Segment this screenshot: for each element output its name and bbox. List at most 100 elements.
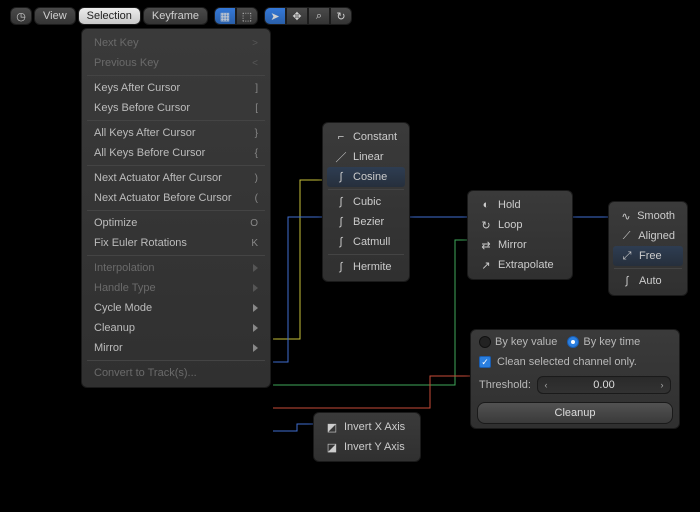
interp-cubic[interactable]: ∫Cubic: [327, 192, 405, 212]
cycle-hold[interactable]: ◐Hold: [472, 195, 568, 215]
menu-handle-type[interactable]: Handle Type: [86, 278, 266, 298]
label: Previous Key: [94, 57, 159, 69]
interp-linear[interactable]: ／ Linear: [327, 147, 405, 167]
cycle-mirror[interactable]: ⇄ Mirror: [472, 235, 568, 255]
menu-keys-after-cursor[interactable]: Keys After Cursor ]: [86, 78, 266, 98]
shortcut: >: [252, 38, 258, 49]
interp-hermite[interactable]: ∫Hermite: [327, 257, 405, 277]
radio-icon: [567, 336, 579, 348]
keyframe-menu-button[interactable]: Keyframe: [143, 7, 208, 25]
handle-aligned[interactable]: ⟋Aligned: [613, 226, 683, 246]
curve-icon: ／: [335, 151, 347, 163]
curve-icon: ∫: [335, 171, 347, 183]
separator: [614, 268, 682, 269]
menu-interpolation[interactable]: Interpolation: [86, 258, 266, 278]
label: Linear: [353, 151, 384, 163]
chevron-right-icon[interactable]: ›: [654, 380, 670, 390]
cleanup-button[interactable]: Cleanup: [477, 402, 673, 424]
label: Next Key: [94, 37, 139, 49]
menu-fix-euler-rotations[interactable]: Fix Euler Rotations K: [86, 233, 266, 253]
interp-catmull[interactable]: ∫Catmull: [327, 232, 405, 252]
separator: [87, 165, 265, 166]
handle-free[interactable]: ⤢ Free: [613, 246, 683, 266]
mirror-icon: ⇄: [480, 239, 492, 251]
label: Interpolation: [94, 262, 155, 274]
label: By key value: [495, 336, 557, 348]
curve-icon: ∫: [335, 236, 347, 248]
menu-mirror[interactable]: Mirror: [86, 338, 266, 358]
radio-by-key-value[interactable]: By key value: [479, 336, 557, 348]
cycle-extrapolate[interactable]: ↗Extrapolate: [472, 255, 568, 275]
menu-previous-key[interactable]: Previous Key <: [86, 53, 266, 73]
chevron-right-icon: [253, 264, 258, 272]
mirror-submenu: ◩ Invert X Axis ◪ Invert Y Axis: [313, 412, 421, 462]
tool-zoom-icon[interactable]: ⌕: [308, 7, 330, 25]
threshold-label: Threshold:: [479, 379, 531, 391]
selection-dropdown: Next Key > Previous Key < Keys After Cur…: [81, 28, 271, 388]
cycle-loop[interactable]: ↻Loop: [472, 215, 568, 235]
radio-by-key-time[interactable]: By key time: [567, 336, 640, 348]
label: Free: [639, 250, 662, 262]
threshold-spinner[interactable]: ‹ 0.00 ›: [537, 376, 671, 394]
separator: [87, 120, 265, 121]
chevron-right-icon: [253, 344, 258, 352]
tool-move-icon[interactable]: ✥: [286, 7, 308, 25]
menu-all-keys-before-cursor[interactable]: All Keys Before Cursor {: [86, 143, 266, 163]
separator: [87, 210, 265, 211]
flip-x-icon: ◩: [326, 421, 338, 433]
radio-icon: [479, 336, 491, 348]
tool-refresh-icon[interactable]: ↻: [330, 7, 352, 25]
chevron-left-icon[interactable]: ‹: [538, 380, 554, 390]
hold-icon: ◐: [480, 199, 492, 211]
label: Fix Euler Rotations: [94, 237, 187, 249]
interp-bezier[interactable]: ∫Bezier: [327, 212, 405, 232]
label: Invert X Axis: [344, 421, 405, 433]
flip-y-icon: ◪: [326, 441, 338, 453]
menu-keys-before-cursor[interactable]: Keys Before Cursor [: [86, 98, 266, 118]
menu-next-actuator-after-cursor[interactable]: Next Actuator After Cursor ): [86, 168, 266, 188]
menu-optimize[interactable]: Optimize O: [86, 213, 266, 233]
menu-all-keys-after-cursor[interactable]: All Keys After Cursor }: [86, 123, 266, 143]
clean-selected-channel-checkbox[interactable]: ✓ Clean selected channel only.: [475, 354, 675, 370]
handle-smooth[interactable]: ∿Smooth: [613, 206, 683, 226]
label: Bezier: [353, 216, 384, 228]
label: Invert Y Axis: [344, 441, 405, 453]
tool-select-icon[interactable]: ➤: [264, 7, 286, 25]
menu-cycle-mode[interactable]: Cycle Mode: [86, 298, 266, 318]
label: Mirror: [498, 239, 527, 251]
threshold-value: 0.00: [554, 379, 654, 391]
shortcut: (: [255, 193, 258, 204]
label: Extrapolate: [498, 259, 554, 271]
label: Clean selected channel only.: [497, 356, 637, 368]
mirror-invert-y[interactable]: ◪ Invert Y Axis: [318, 437, 416, 457]
menu-cleanup[interactable]: Cleanup: [86, 318, 266, 338]
panel-toggle-2-icon[interactable]: ⬚: [236, 7, 258, 25]
menu-next-key[interactable]: Next Key >: [86, 33, 266, 53]
curve-icon: ⤢: [621, 250, 633, 262]
panel-toggle-1-icon[interactable]: ▦: [214, 7, 236, 25]
curve-icon: ∫: [621, 275, 633, 287]
cleanup-mode-radios: By key value By key time: [475, 334, 675, 350]
label: Auto: [639, 275, 662, 287]
view-menu-button[interactable]: View: [34, 7, 76, 25]
separator: [87, 360, 265, 361]
selection-menu-button[interactable]: Selection: [78, 7, 141, 25]
curve-icon: ∿: [621, 210, 631, 222]
interp-cosine[interactable]: ∫Cosine: [327, 167, 405, 187]
shortcut: {: [255, 148, 258, 159]
clock-icon[interactable]: ◷: [10, 7, 32, 25]
separator: [87, 255, 265, 256]
label: Cycle Mode: [94, 302, 152, 314]
menu-next-actuator-before-cursor[interactable]: Next Actuator Before Cursor (: [86, 188, 266, 208]
menu-convert-to-tracks[interactable]: Convert to Track(s)...: [86, 363, 266, 383]
interpolation-submenu: ⌐Constant ／Linear ∫Cosine ∫Cubic ∫Bezier…: [322, 122, 410, 282]
interp-constant[interactable]: ⌐Constant: [327, 127, 405, 147]
shortcut: ]: [255, 83, 258, 94]
mirror-invert-x[interactable]: ◩ Invert X Axis: [318, 417, 416, 437]
label: All Keys After Cursor: [94, 127, 195, 139]
handle-auto[interactable]: ∫ Auto: [613, 271, 683, 291]
threshold-row: Threshold: ‹ 0.00 ›: [475, 374, 675, 396]
shortcut: <: [252, 58, 258, 69]
label: Next Actuator Before Cursor: [94, 192, 232, 204]
chevron-right-icon: [253, 324, 258, 332]
